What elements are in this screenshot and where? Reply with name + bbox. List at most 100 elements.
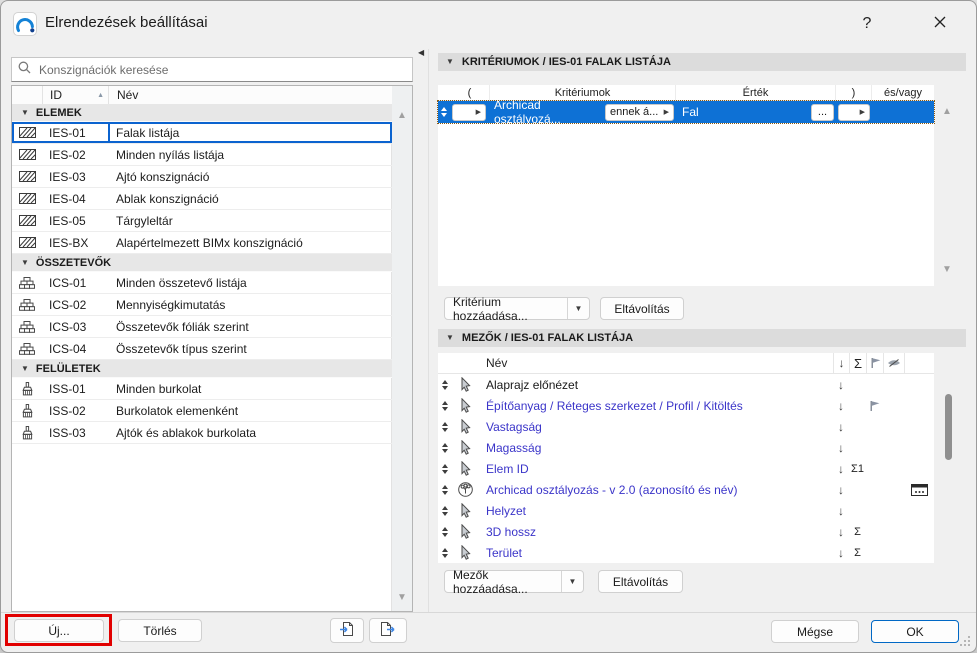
flag-icon[interactable] (866, 395, 883, 416)
drag-handle-icon[interactable] (438, 442, 452, 453)
drag-handle-icon[interactable] (438, 400, 452, 411)
flag-cell[interactable] (866, 416, 883, 437)
fields-scrollbar-thumb[interactable] (945, 394, 952, 460)
hidden-cell[interactable] (883, 542, 904, 563)
options-cell[interactable] (904, 542, 934, 563)
column-name[interactable]: Név (109, 88, 392, 102)
hidden-cell[interactable] (883, 479, 904, 500)
criteria-panel-header[interactable]: ▼ KRITÉRIUMOK / IES-01 FALAK LISTÁJA (438, 53, 966, 71)
sort-down-icon[interactable]: ↓ (833, 521, 849, 542)
sort-down-icon[interactable]: ↓ (833, 500, 849, 521)
open-bracket-dropdown[interactable]: ▶ (452, 103, 486, 121)
list-item[interactable]: ICS-04 Összetevők típus szerint (12, 338, 392, 360)
sum-cell[interactable] (849, 374, 866, 395)
schedule-list-scroll-gutter[interactable] (391, 86, 412, 611)
options-cell[interactable] (904, 437, 934, 458)
options-cell[interactable] (904, 458, 934, 479)
list-item[interactable]: ISS-03 Ajtók és ablakok burkolata (12, 422, 392, 444)
cancel-button[interactable]: Mégse (771, 620, 859, 643)
delete-button[interactable]: Törlés (118, 619, 202, 642)
close-bracket-dropdown[interactable]: ▶ (838, 103, 870, 121)
section-elemek[interactable]: ▼ ELEMEK (12, 104, 392, 122)
sum-cell[interactable] (849, 395, 866, 416)
options-cell[interactable] (904, 374, 934, 395)
drag-handle-icon[interactable] (438, 505, 452, 516)
options-cell[interactable] (904, 416, 934, 437)
criteria-row[interactable]: ▶ Archicad osztályozá... ennek á... ▶ Fa… (437, 98, 935, 126)
more-button[interactable]: ... (811, 103, 834, 121)
sum-cell[interactable] (849, 500, 866, 521)
sort-down-icon[interactable]: ↓ (833, 479, 849, 500)
hidden-cell[interactable] (883, 374, 904, 395)
field-row[interactable]: Alaprajz előnézet ↓ (438, 374, 934, 395)
scroll-down-icon[interactable]: ▼ (397, 593, 407, 603)
drag-handle-icon[interactable] (438, 421, 452, 432)
field-row[interactable]: Építőanyag / Réteges szerkezet / Profil … (438, 395, 934, 416)
sum-one-cell[interactable]: Σ1 (849, 458, 866, 479)
drag-handle-icon[interactable] (438, 463, 452, 474)
list-item[interactable]: ICS-01 Minden összetevő listája (12, 272, 392, 294)
list-item[interactable]: IES-02 Minden nyílás listája (12, 144, 392, 166)
drag-handle-icon[interactable] (438, 526, 452, 537)
hidden-cell[interactable] (883, 521, 904, 542)
add-criterion-button[interactable]: Kritérium hozzáadása... ▼ (444, 295, 590, 323)
close-button[interactable] (919, 9, 961, 39)
options-cell[interactable] (904, 500, 934, 521)
help-button[interactable]: ? (850, 9, 884, 39)
hidden-cell[interactable] (883, 416, 904, 437)
list-item[interactable]: IES-04 Ablak konszignáció (12, 188, 392, 210)
hidden-cell[interactable] (883, 458, 904, 479)
list-item[interactable]: ISS-02 Burkolatok elemenként (12, 400, 392, 422)
list-item[interactable]: ICS-03 Összetevők fóliák szerint (12, 316, 392, 338)
criteria-scroll-down-icon[interactable]: ▼ (942, 265, 952, 275)
field-row[interactable]: Terület ↓ Σ (438, 542, 934, 563)
sort-down-icon[interactable]: ↓ (833, 458, 849, 479)
flag-cell[interactable] (866, 479, 883, 500)
list-item[interactable]: IES-BX Alapértelmezett BIMx konszignáció (12, 232, 392, 254)
new-button[interactable]: Új... (14, 619, 104, 642)
field-row[interactable]: 3D hossz ↓ Σ (438, 521, 934, 542)
field-row[interactable]: Vastagság ↓ (438, 416, 934, 437)
criterion-value[interactable]: Archicad osztályozá... (494, 98, 605, 126)
display-options-icon[interactable] (904, 479, 934, 500)
search-input[interactable] (37, 61, 406, 78)
scroll-up-icon[interactable]: ▲ (397, 111, 407, 121)
options-cell[interactable] (904, 395, 934, 416)
sum-cell[interactable]: Σ (849, 521, 866, 542)
section-feluletek[interactable]: ▼ FELÜLETEK (12, 360, 392, 378)
sort-down-icon[interactable]: ↓ (833, 437, 849, 458)
drag-handle-icon[interactable] (438, 484, 452, 495)
sum-cell[interactable] (849, 479, 866, 500)
flag-cell[interactable] (866, 458, 883, 479)
flag-cell[interactable] (866, 374, 883, 395)
remove-field-button[interactable]: Eltávolítás (598, 570, 683, 593)
drag-handle-icon[interactable] (438, 379, 452, 390)
fields-panel-header[interactable]: ▼ MEZŐK / IES-01 FALAK LISTÁJA (438, 329, 966, 347)
import-button[interactable] (330, 618, 364, 643)
list-item[interactable]: ICS-02 Mennyiségkimutatás (12, 294, 392, 316)
sort-down-icon[interactable]: ↓ (833, 416, 849, 437)
section-osszetevok[interactable]: ▼ ÖSSZETEVŐK (12, 254, 392, 272)
sum-cell[interactable]: Σ (849, 542, 866, 563)
field-row[interactable]: Elem ID ↓ Σ1 (438, 458, 934, 479)
column-id[interactable]: ID ▲ (43, 86, 109, 104)
remove-criterion-button[interactable]: Eltávolítás (600, 297, 684, 320)
list-item[interactable]: IES-03 Ajtó konszignáció (12, 166, 392, 188)
sort-down-icon[interactable]: ↓ (833, 374, 849, 395)
flag-cell[interactable] (866, 437, 883, 458)
field-row[interactable]: Helyzet ↓ (438, 500, 934, 521)
flag-cell[interactable] (866, 500, 883, 521)
hidden-cell[interactable] (883, 437, 904, 458)
collapse-panel-icon[interactable]: ◀ (418, 48, 424, 57)
sum-cell[interactable] (849, 437, 866, 458)
criteria-scroll-up-icon[interactable]: ▲ (942, 107, 952, 117)
add-criterion-dropdown[interactable]: ▼ (568, 298, 589, 319)
value-text[interactable]: Fal (682, 105, 699, 119)
sum-cell[interactable] (849, 416, 866, 437)
ok-button[interactable]: OK (871, 620, 959, 643)
field-row[interactable]: Archicad osztályozás - v 2.0 (azonosító … (438, 479, 934, 500)
field-row[interactable]: Magasság ↓ (438, 437, 934, 458)
sort-down-icon[interactable]: ↓ (833, 395, 849, 416)
export-button[interactable] (369, 618, 407, 643)
list-item[interactable]: IES-05 Tárgyleltár (12, 210, 392, 232)
